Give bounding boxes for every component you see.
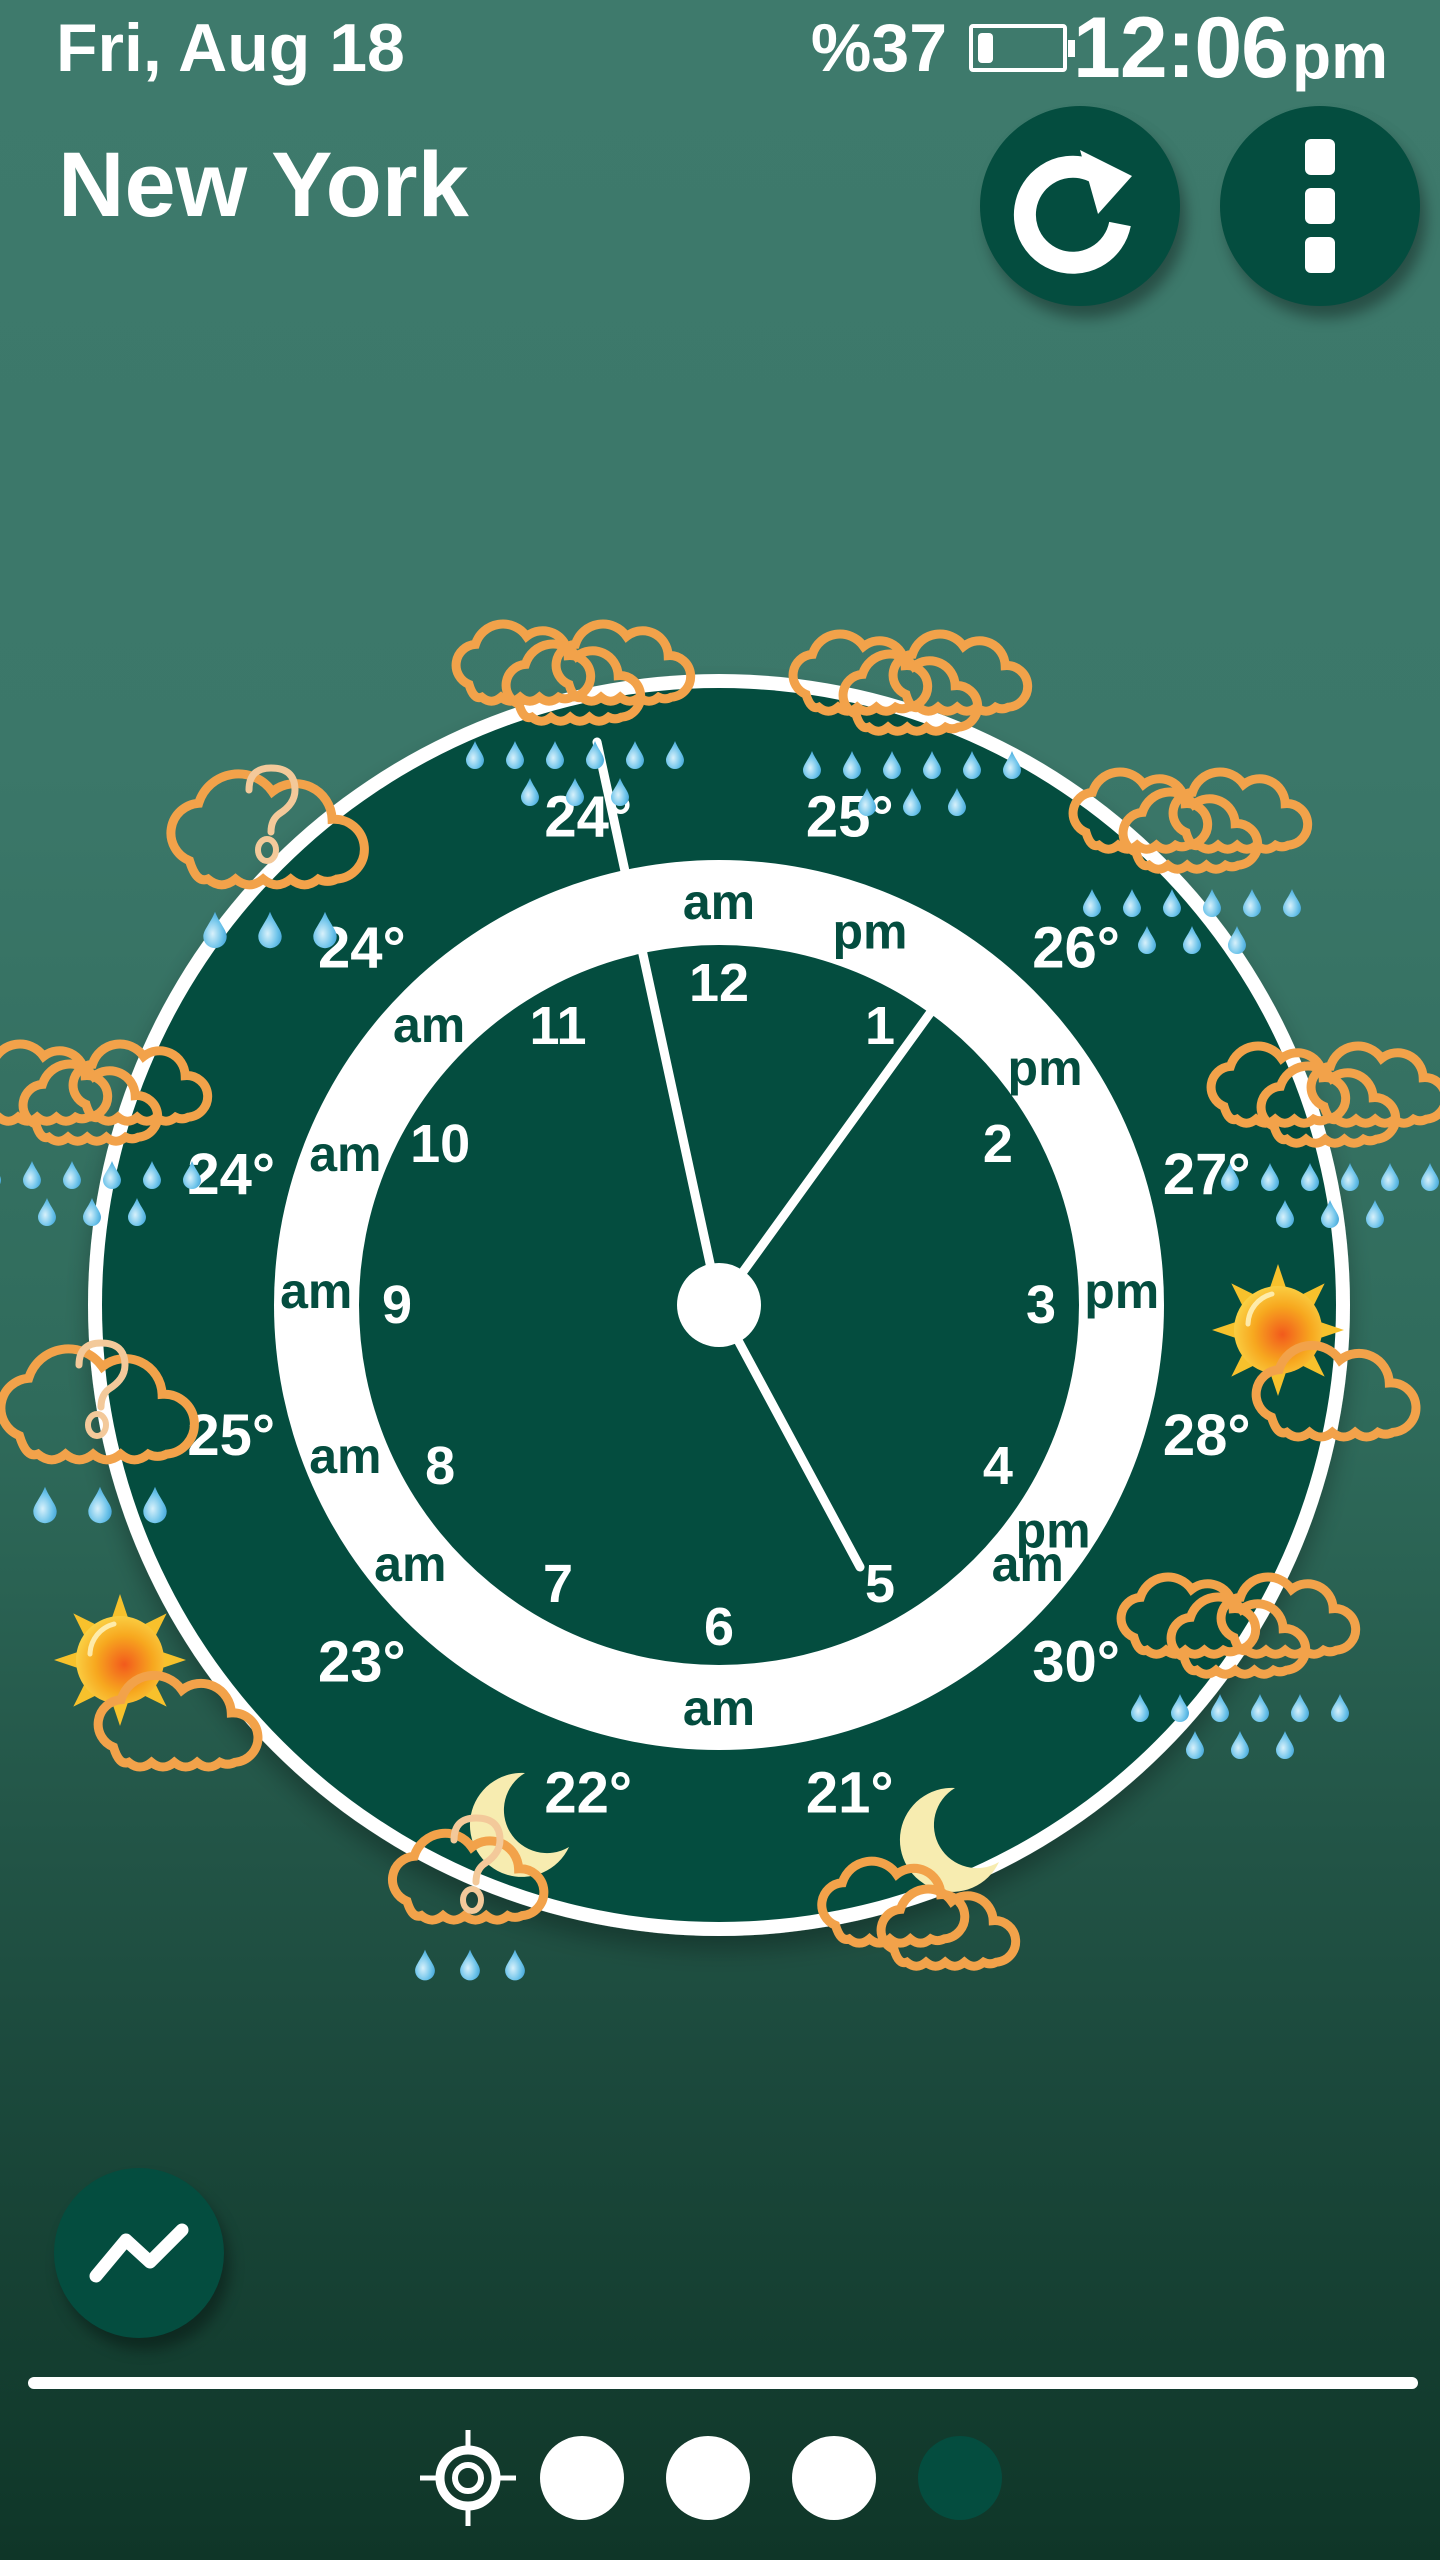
divider — [28, 2377, 1418, 2389]
raindrop — [1283, 889, 1301, 917]
raindrop — [23, 1161, 41, 1189]
hour-number: 12 — [689, 953, 749, 1013]
hour-number: 6 — [704, 1597, 734, 1657]
my-location-icon — [420, 2430, 516, 2526]
raindrop — [460, 1949, 480, 1981]
raindrop — [1421, 1163, 1439, 1191]
cloud-shape — [1306, 1041, 1440, 1128]
ampm-label: am — [683, 1680, 755, 1736]
hour-number: 1 — [865, 996, 895, 1056]
raindrop — [1231, 1731, 1249, 1759]
hour-number: 9 — [382, 1275, 412, 1335]
status-time: 12:06 — [1073, 0, 1289, 96]
hour-number: 8 — [425, 1436, 455, 1496]
raindrop — [1211, 1694, 1229, 1722]
raindrop — [1203, 889, 1221, 917]
weather-clock: 121234567891011 ampmpmpmpmamamamamamamam… — [0, 619, 1440, 1981]
refresh-button[interactable] — [980, 106, 1180, 306]
raindrop — [1381, 1163, 1399, 1191]
raindrop — [1251, 1694, 1269, 1722]
ampm-label: am — [280, 1263, 352, 1319]
raindrop — [63, 1161, 81, 1189]
forecast-temp: 30° — [1032, 1630, 1120, 1695]
raindrop — [415, 1949, 435, 1981]
forecast-temp: 24° — [187, 1142, 275, 1207]
battery-percent: %37 — [810, 10, 948, 86]
hour-number: 11 — [529, 996, 586, 1056]
page-dot[interactable] — [918, 2436, 1002, 2520]
raindrop — [1331, 1694, 1349, 1722]
raindrop — [1366, 1200, 1384, 1228]
trend-chart-icon — [89, 2223, 189, 2283]
page-dot[interactable] — [540, 2436, 624, 2520]
ampm-label: am — [309, 1126, 381, 1182]
raindrop — [38, 1198, 56, 1226]
more-vertical-icon — [1305, 139, 1335, 273]
current-location-button[interactable] — [418, 2428, 518, 2528]
hour-number: 7 — [543, 1554, 573, 1614]
forecast-temp: 25° — [187, 1403, 275, 1468]
hour-number: 2 — [983, 1114, 1013, 1174]
raindrop — [1228, 926, 1246, 954]
forecast-temp: 23° — [318, 1630, 406, 1695]
ampm-label: am — [393, 997, 465, 1053]
raindrop — [1291, 1694, 1309, 1722]
ampm-label: pm — [832, 903, 907, 959]
raindrop — [1276, 1731, 1294, 1759]
hour-number: 5 — [865, 1554, 895, 1614]
cloud-shape — [876, 1884, 1021, 1971]
page-indicator — [418, 2428, 1002, 2528]
raindrop — [1186, 1731, 1204, 1759]
chart-button[interactable] — [54, 2168, 224, 2338]
clock-hub — [677, 1263, 761, 1347]
page-dot[interactable] — [792, 2436, 876, 2520]
raindrop — [88, 1486, 112, 1524]
ampm-label: pm — [1084, 1263, 1159, 1319]
sun-icon — [54, 1594, 186, 1726]
more-options-button[interactable] — [1220, 106, 1420, 306]
ampm-label: am — [309, 1428, 381, 1484]
status-ampm: pm — [1292, 20, 1388, 92]
raindrop — [0, 1176, 1, 1185]
hour-number: 4 — [983, 1436, 1013, 1496]
raindrop — [505, 1949, 525, 1981]
sun-icon — [1212, 1264, 1344, 1396]
ampm-label: am — [683, 874, 755, 930]
cloud-shape — [1168, 767, 1313, 854]
status-right: %37 12:06 pm — [810, 0, 1388, 96]
forecast-temp: 27° — [1163, 1142, 1251, 1207]
cloud-shape — [888, 629, 1033, 716]
battery-level-fill — [978, 33, 994, 63]
refresh-icon — [1013, 150, 1132, 274]
forecast-temp: 21° — [806, 1760, 894, 1825]
hour-number: 10 — [410, 1114, 470, 1174]
city-name[interactable]: New York — [58, 130, 469, 240]
status-date: Fri, Aug 18 — [56, 10, 405, 86]
battery-icon — [969, 24, 1076, 72]
hour-number: 3 — [1026, 1275, 1056, 1335]
ampm-label: pm — [1008, 1040, 1083, 1096]
forecast-temp: 28° — [1163, 1403, 1251, 1468]
ampm-label: am — [992, 1536, 1064, 1592]
page-dot[interactable] — [666, 2436, 750, 2520]
forecast-temp: 22° — [544, 1760, 632, 1825]
forecast-temp: 25° — [806, 785, 894, 850]
forecast-temp: 26° — [1032, 915, 1120, 980]
raindrop — [1243, 889, 1261, 917]
raindrop — [1341, 1163, 1359, 1191]
raindrop — [33, 1486, 57, 1524]
ampm-label: am — [374, 1536, 446, 1592]
